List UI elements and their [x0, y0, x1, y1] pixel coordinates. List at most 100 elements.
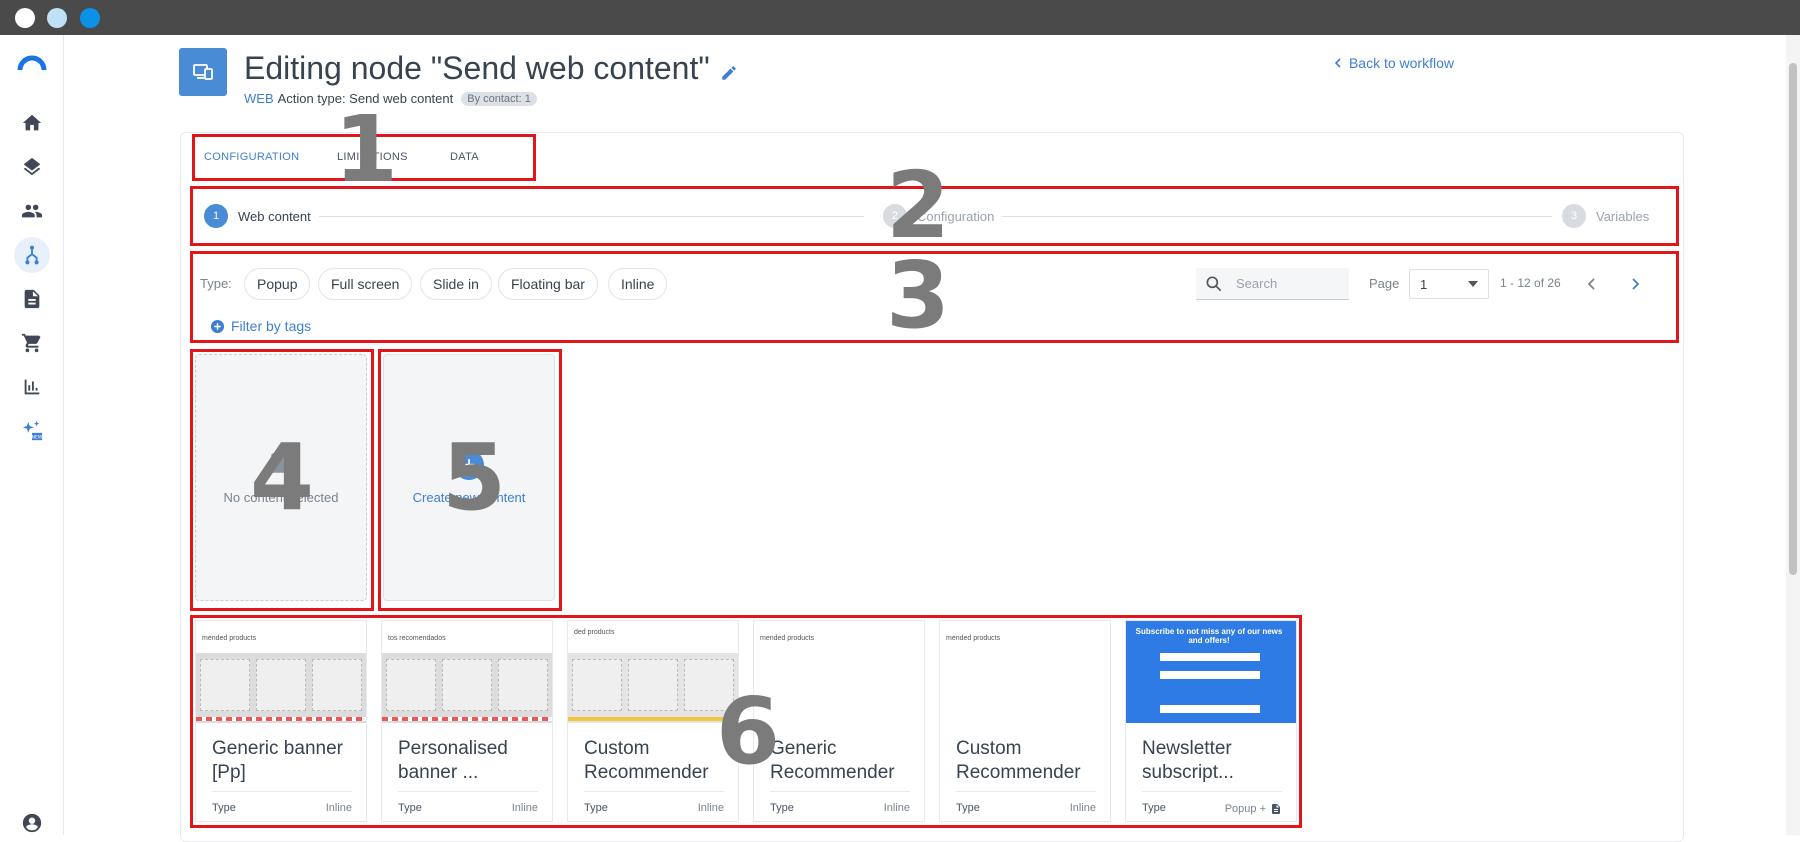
type-chip-slide-in[interactable]: Slide in — [420, 268, 492, 300]
template-type-row: Type Popup + — [1142, 791, 1282, 816]
template-type-row: Type Inline — [956, 791, 1096, 814]
type-label: Type — [956, 802, 980, 814]
type-chip-floating-bar[interactable]: Floating bar — [498, 268, 598, 300]
template-thumbnail: mended products — [754, 621, 924, 723]
home-icon — [22, 114, 42, 131]
next-page-button[interactable] — [1622, 271, 1648, 297]
sidebar-item-documents[interactable] — [14, 281, 50, 317]
tab-data[interactable]: DATA — [438, 151, 491, 163]
type-chip-inline[interactable]: Inline — [608, 268, 668, 300]
step-configuration[interactable]: 2 Configuration — [875, 204, 1003, 228]
sidebar-item-workflows[interactable] — [14, 237, 50, 273]
sidebar-item-layers[interactable] — [14, 149, 50, 185]
window-close-button[interactable] — [15, 8, 35, 28]
back-to-workflow-link[interactable]: Back to workflow — [1333, 55, 1454, 71]
step-web-content[interactable]: 1 Web content — [204, 204, 319, 228]
sidebar-item-contacts[interactable] — [14, 193, 50, 229]
template-thumbnail: mended products — [940, 621, 1110, 723]
template-card[interactable]: ded products Custom Recommender Type Inl… — [567, 620, 739, 822]
type-label: Type — [770, 802, 794, 814]
layers-icon — [23, 157, 41, 176]
sidebar-item-ai[interactable]: NEW — [14, 413, 50, 449]
type-filter-label: Type: — [200, 276, 232, 291]
cart-icon — [21, 333, 41, 353]
type-label: Type — [1142, 802, 1166, 814]
no-content-selected-card: No content selected — [195, 354, 367, 601]
page-select[interactable]: 1 — [1409, 269, 1489, 299]
template-type-row: Type Inline — [584, 791, 724, 814]
sidebar-item-account[interactable] — [14, 805, 50, 841]
tab-configuration[interactable]: CONFIGURATION — [192, 151, 325, 163]
page-title: Editing node "Send web content" — [244, 50, 710, 86]
thumbnail-caption: Subscribe to not miss any of our news an… — [1135, 627, 1283, 645]
window-maximize-button[interactable] — [80, 8, 100, 28]
channel-label: WEB — [244, 91, 274, 106]
template-card[interactable]: Subscribe to not miss any of our news an… — [1125, 620, 1297, 822]
plus-icon: + — [454, 450, 484, 480]
empty-content-icon — [271, 453, 291, 473]
search-icon — [1206, 276, 1222, 291]
tab-limitations[interactable]: LIMITATIONS — [325, 151, 438, 163]
action-type-label: Action type: Send web content — [277, 91, 454, 106]
template-card[interactable]: mended products Generic banner [Pp] Type… — [195, 620, 367, 822]
sidebar-item-analytics[interactable] — [14, 369, 50, 405]
type-chip-popup[interactable]: Popup — [244, 268, 311, 300]
web-channel-icon — [179, 48, 227, 96]
add-circle-icon — [210, 319, 225, 333]
thumbnail-caption: ded products — [574, 629, 615, 636]
people-icon — [21, 204, 43, 218]
type-label: Type — [584, 802, 608, 814]
wizard-stepper: 1 Web content 2 Configuration 3 Variable… — [192, 189, 1677, 245]
thumbnail-caption: tos recomendados — [388, 635, 446, 642]
step-number: 2 — [883, 204, 907, 228]
pagination-range: 1 - 12 of 26 — [1500, 276, 1561, 290]
scrollbar-thumb[interactable] — [1789, 63, 1797, 575]
step-connector — [314, 216, 864, 217]
step-number: 1 — [204, 204, 228, 228]
chevron-left-icon — [1587, 278, 1595, 290]
step-label: Configuration — [917, 208, 995, 224]
template-thumbnail: mended products — [196, 621, 366, 723]
template-name: Custom Recommender — [956, 738, 1081, 783]
workflow-icon — [25, 245, 39, 265]
template-card[interactable]: mended products Custom Recommender Type … — [939, 620, 1111, 822]
edit-pencil-icon[interactable] — [720, 64, 738, 82]
template-card[interactable]: tos recomendados Personalised banner ...… — [381, 620, 553, 822]
node-subtitle: WEB Action type: Send web content By con… — [244, 91, 537, 106]
sidebar-item-shop[interactable] — [14, 325, 50, 361]
window-minimize-button[interactable] — [47, 8, 67, 28]
template-name: Newsletter subscript... — [1142, 738, 1234, 783]
template-card[interactable]: mended products Generic Recommender Type… — [753, 620, 925, 822]
caret-down-icon — [1468, 281, 1478, 287]
no-content-label: No content selected — [223, 490, 339, 505]
document-icon — [1272, 804, 1280, 814]
filter-by-tags-link[interactable]: Filter by tags — [210, 318, 311, 334]
search-field[interactable] — [1196, 268, 1349, 300]
step-connector — [992, 216, 1552, 217]
type-value: Popup + — [1225, 802, 1282, 816]
type-value-text: Popup + — [1224, 803, 1266, 815]
prev-page-button[interactable] — [1579, 271, 1605, 297]
template-type-row: Type Inline — [398, 791, 538, 814]
template-type-row: Type Inline — [770, 791, 910, 814]
template-type-row: Type Inline — [212, 791, 352, 814]
window-titlebar — [0, 0, 1800, 35]
sidebar-item-home[interactable] — [14, 105, 50, 141]
template-name: Generic Recommender — [770, 738, 895, 783]
by-contact-badge: By contact: 1 — [461, 91, 537, 106]
thumbnail-caption: mended products — [760, 635, 815, 642]
app-logo-icon[interactable] — [17, 53, 47, 73]
account-icon — [22, 813, 42, 833]
template-thumbnail: ded products — [568, 621, 738, 723]
page-scrollbar[interactable] — [1786, 35, 1800, 835]
create-new-content-card[interactable]: + Create new content — [383, 354, 555, 601]
type-chip-full-screen[interactable]: Full screen — [318, 268, 413, 300]
template-list: mended products Generic banner [Pp] Type… — [195, 620, 1297, 822]
chevron-left-icon — [1334, 58, 1341, 68]
sidebar-nav: NEW — [0, 35, 64, 835]
filter-by-tags-label: Filter by tags — [231, 318, 312, 334]
step-variables[interactable]: 3 Variables — [1554, 204, 1658, 228]
template-name: Custom Recommender — [584, 738, 709, 783]
search-input[interactable] — [1236, 276, 1336, 291]
chart-icon — [24, 379, 40, 395]
